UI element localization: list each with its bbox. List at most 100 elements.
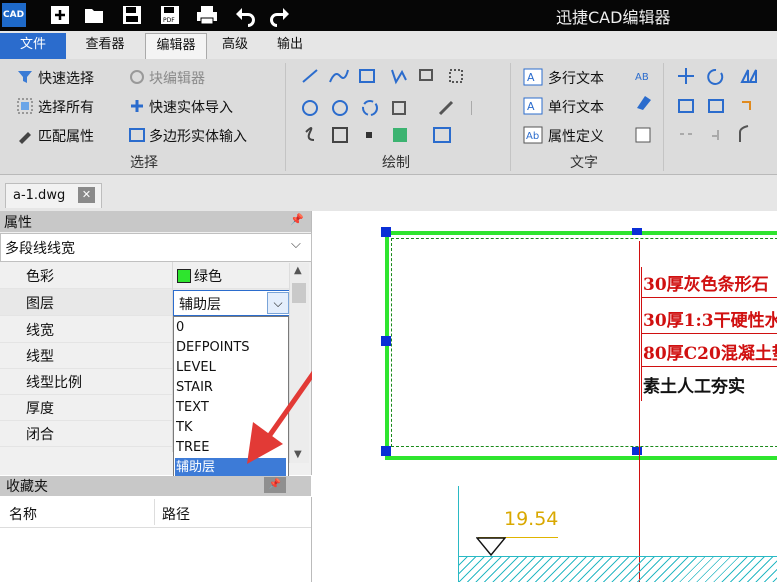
draw-tools-grid [302,69,472,143]
favorites-title: 收藏夹 [6,479,48,495]
app-logo-text: CAD [3,10,25,20]
property-label: 闭合 [26,427,54,443]
quick-select-button[interactable]: 快速选择 [38,68,94,88]
entity-type-select[interactable]: 多段线线宽 ⌵ [0,233,312,262]
properties-panel-header: 属性 📌 [0,211,311,232]
select-all-button[interactable]: 选择所有 [38,97,94,117]
pin-icon[interactable]: 📌 [264,477,286,493]
open-folder-icon[interactable] [83,3,107,27]
match-properties-button[interactable]: 匹配属性 [38,126,94,146]
note-text: 80厚C20混凝土垫 [643,344,777,364]
property-label: 厚度 [26,401,54,417]
quick-entity-import-icon [131,100,143,112]
scroll-up-icon[interactable]: ▲ [294,265,302,276]
text-group-label: 文字 [570,155,598,171]
ribbon-separator [663,63,664,171]
column-header-name[interactable]: 名称 [9,504,37,524]
ribbon-separator [510,63,511,171]
color-swatch [177,269,191,283]
favorites-table-header: 名称 路径 [0,497,311,528]
scrollbar-thumb[interactable] [292,283,306,303]
leader-line [639,241,640,582]
save-icon[interactable] [120,3,144,27]
close-tab-icon[interactable]: ✕ [78,187,95,203]
chevron-down-icon: ⌵ [291,237,301,252]
multiline-text-button[interactable]: 多行文本 [548,68,604,88]
tab-output[interactable]: 输出 [266,33,314,59]
property-label: 线宽 [26,323,54,339]
match-properties-icon [19,132,31,144]
column-divider [154,499,155,525]
svg-text:A: A [527,100,535,113]
multiline-text-icon: A [523,68,543,86]
block-editor-icon [130,70,144,84]
attribute-definition-button[interactable]: 属性定义 [548,126,604,146]
svg-text:PDF: PDF [163,17,175,24]
polygon-entity-input-button[interactable]: 多边形实体输入 [149,126,247,146]
property-label: 线型 [26,349,54,365]
elevation-label: 19.54 [504,508,559,530]
tab-viewer[interactable]: 查看器 [74,33,136,59]
pin-icon[interactable]: 📌 [290,213,304,226]
modify-tools-grid [678,68,757,142]
tab-editor[interactable]: 编辑器 [145,33,207,60]
favorites-panel: 名称 路径 [0,497,312,582]
quick-select-icon [18,71,32,83]
hatch-boundary [459,556,777,557]
note-row: 30厚灰色条形石 [641,267,777,298]
redo-icon[interactable] [268,3,292,27]
grip-handle[interactable] [632,447,642,455]
print-icon[interactable] [195,3,219,27]
block-editor-button[interactable]: 块编辑器 [149,68,205,88]
document-tab-name: a-1.dwg [13,188,66,203]
app-title: 迅捷CAD编辑器 [556,8,671,27]
elevation-marker-icon [476,537,506,557]
svg-text:A: A [527,71,535,84]
title-bar: CAD PDF 迅捷CAD编辑器 [0,0,777,31]
note-row: 素土人工夯实 [641,369,777,401]
single-line-text-icon: A [523,97,543,115]
property-label: 色彩 [26,269,54,285]
grip-handle[interactable] [381,446,391,456]
note-row: 80厚C20混凝土垫 [641,336,777,367]
favorites-header: 收藏夹 📌 [0,476,311,496]
select-all-icon [17,98,33,114]
property-label: 线型比例 [26,375,82,391]
ribbon-separator [285,63,286,171]
properties-title: 属性 [4,215,32,231]
hatch-pattern [459,556,777,582]
layer-select-value: 辅助层 [179,297,221,313]
column-header-path[interactable]: 路径 [162,504,190,524]
grip-handle[interactable] [632,228,642,235]
tab-advanced[interactable]: 高级 [213,33,257,59]
svg-text:Ab: Ab [526,131,539,142]
attribute-definition-icon: Ab [523,126,543,144]
draw-group-label: 绘制 [382,155,410,171]
text-tools-column: AB [635,72,651,143]
app-logo[interactable]: CAD [2,3,26,27]
property-row-color[interactable]: 色彩 [0,262,291,289]
color-value: 绿色 [194,269,222,285]
note-text: 素土人工夯实 [643,377,745,397]
dropdown-button[interactable]: ⌵ [267,292,289,314]
note-text: 30厚1:3干硬性水 [643,311,777,331]
entity-type-value: 多段线线宽 [5,241,75,257]
layer-select[interactable]: 辅助层 ⌵ [173,290,290,316]
grip-handle[interactable] [381,336,391,346]
grip-handle[interactable] [381,227,391,237]
select-group-label: 选择 [130,155,158,171]
drawing-canvas[interactable]: 30厚灰色条形石 30厚1:3干硬性水 80厚C20混凝土垫 素土人工夯实 19… [312,211,777,582]
note-border [641,267,642,401]
note-row: 30厚1:3干硬性水 [641,303,777,334]
quick-entity-import-button[interactable]: 快速实体导入 [149,97,233,117]
save-pdf-icon[interactable]: PDF [158,3,182,27]
undo-icon[interactable] [233,3,257,27]
single-line-text-button[interactable]: 单行文本 [548,97,604,117]
note-text: 30厚灰色条形石 [643,275,769,295]
tab-file[interactable]: 文件 [0,33,66,59]
document-tab[interactable]: a-1.dwg ✕ [5,183,102,208]
polygon-entity-input-icon [129,128,145,142]
new-icon[interactable] [48,3,72,27]
svg-text:AB: AB [635,72,649,83]
property-label: 图层 [26,296,54,312]
